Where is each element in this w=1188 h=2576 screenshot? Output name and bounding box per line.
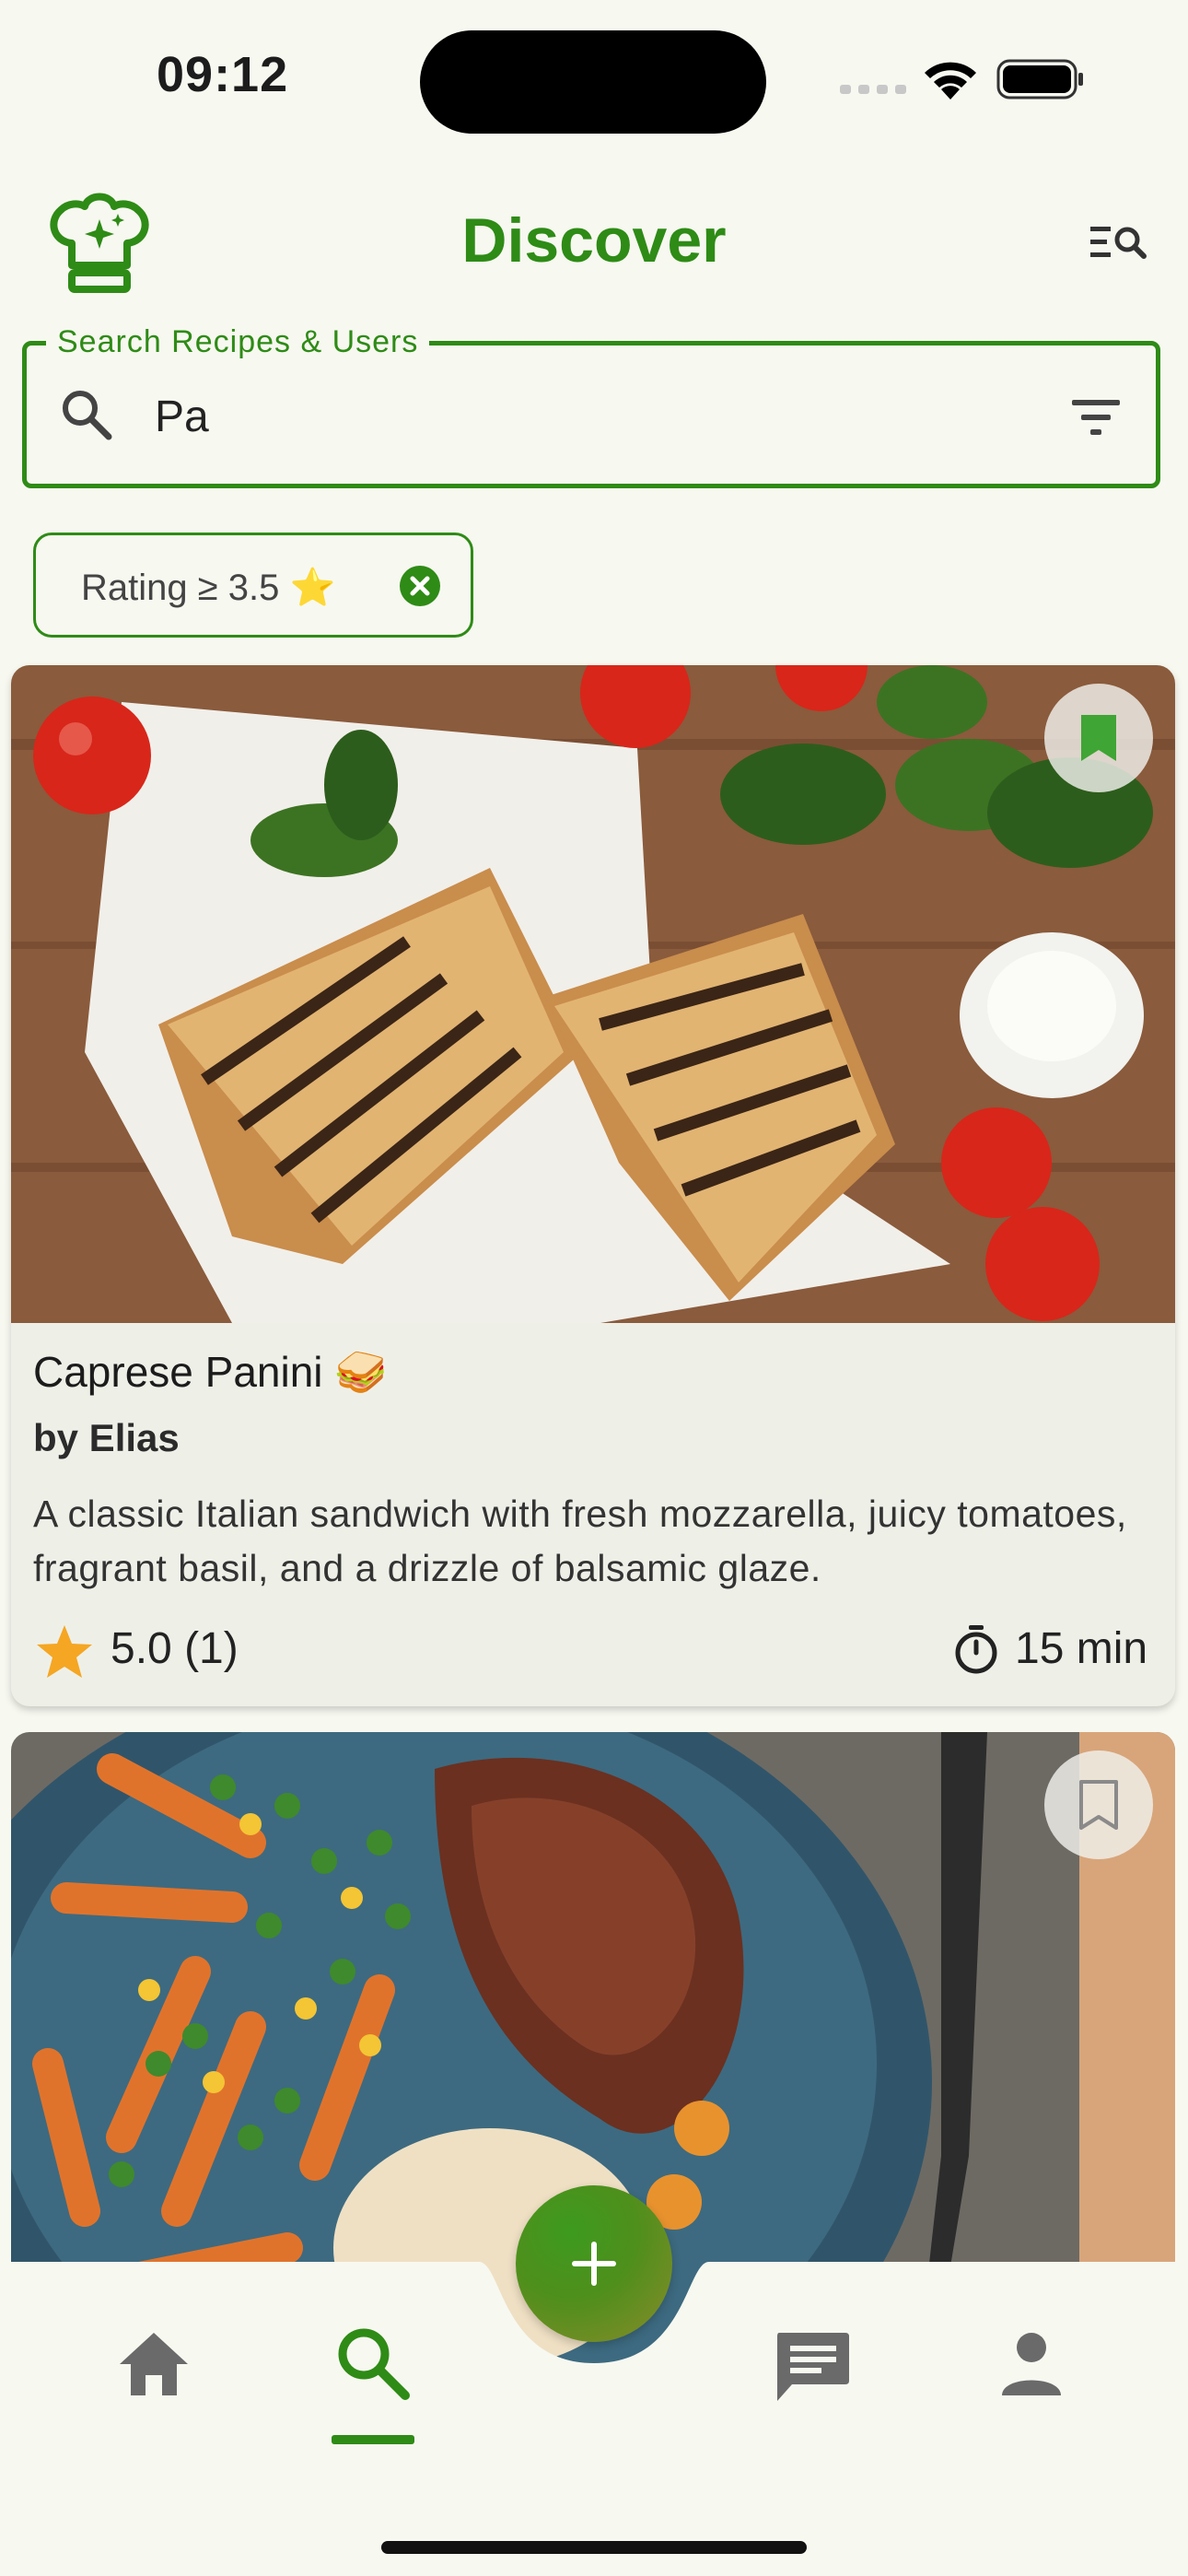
battery-icon [996, 59, 1083, 100]
add-recipe-button[interactable] [516, 2185, 672, 2342]
home-indicator [381, 2541, 807, 2554]
nav-search-icon[interactable] [333, 2324, 413, 2403]
star-icon [37, 1625, 92, 1678]
cellular-signal-icon [840, 85, 906, 94]
recipe-card[interactable]: Caprese Panini 🥪 by Elias A classic Ital… [11, 665, 1175, 1706]
bookmark-button[interactable] [1044, 1751, 1153, 1859]
recipe-image-caprese-panini [11, 665, 1175, 1323]
search-icon [63, 391, 112, 440]
nav-profile-icon[interactable] [996, 2329, 1066, 2399]
dynamic-island [420, 30, 766, 134]
search-list-button[interactable] [1087, 217, 1149, 269]
bookmark-outline-icon [1079, 1780, 1118, 1830]
timer-icon [955, 1625, 997, 1674]
active-tab-indicator [332, 2435, 414, 2444]
filter-chip-label: Rating ≥ 3.5 ⭐ [81, 568, 336, 608]
wifi-icon [925, 62, 976, 100]
recipe-author[interactable]: by Elias [33, 1416, 180, 1460]
filter-icon[interactable] [1068, 396, 1124, 440]
nav-chat-icon[interactable] [772, 2329, 853, 2406]
bookmark-button[interactable] [1044, 684, 1153, 792]
status-time: 09:12 [157, 47, 289, 102]
recipe-title: Caprese Panini 🥪 [33, 1348, 388, 1396]
nav-home-icon[interactable] [116, 2329, 192, 2399]
recipe-duration: 15 min [1015, 1624, 1148, 1673]
close-circle-icon[interactable] [398, 564, 442, 608]
plus-icon [572, 2242, 616, 2286]
page-title: Discover [461, 205, 727, 275]
recipe-rating: 5.0 (1) [111, 1624, 239, 1673]
search-input-value[interactable]: Pa [155, 392, 209, 442]
bookmark-filled-icon [1081, 715, 1116, 761]
recipe-description: A classic Italian sandwich with fresh mo… [33, 1493, 1127, 1589]
search-input-label: Search Recipes & Users [46, 324, 430, 360]
